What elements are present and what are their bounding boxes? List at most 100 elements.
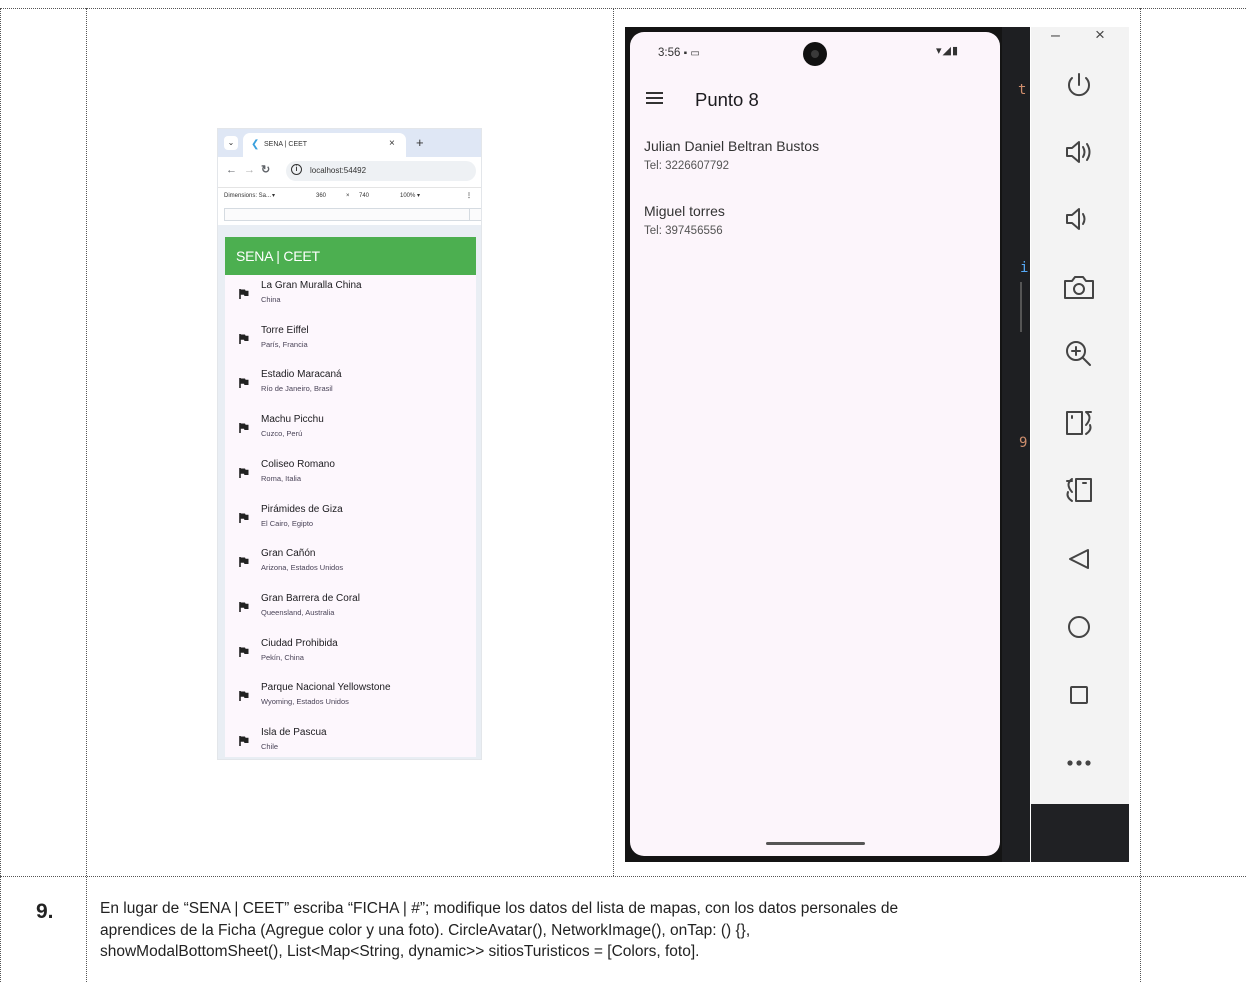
contact-item[interactable]: Miguel torres Tel: 397456556 <box>644 203 984 247</box>
app-title: SENA | CEET <box>236 248 320 264</box>
device-selector[interactable]: Dimensions: Sa... <box>224 192 271 200</box>
overview-icon[interactable] <box>1059 675 1099 715</box>
flutter-icon: ❮ <box>251 139 260 150</box>
site-location: Pekín, China <box>261 652 304 662</box>
close-button[interactable]: × <box>1095 25 1105 45</box>
code-fragment: t <box>1018 82 1027 98</box>
device-height-input[interactable]: 740 <box>359 192 369 200</box>
volume-down-icon[interactable] <box>1059 199 1099 239</box>
table-left-border <box>0 8 1 982</box>
back-arrow-icon[interactable]: ← <box>226 164 237 176</box>
power-icon[interactable] <box>1059 65 1099 105</box>
site-location: Río de Janeiro, Brasil <box>261 384 333 394</box>
site-location: Arizona, Estados Unidos <box>261 563 344 573</box>
contacts-list: Julian Daniel Beltran Bustos Tel: 3226607… <box>630 138 1000 338</box>
list-item[interactable]: Estadio Maracaná Río de Janeiro, Brasil <box>225 366 476 411</box>
forward-arrow-icon[interactable]: → <box>244 164 255 176</box>
site-name: Coliseo Romano <box>261 458 335 470</box>
list-item[interactable]: Ciudad Prohibida Pekín, China <box>225 635 476 680</box>
signal-icon: ◢ <box>942 45 952 57</box>
site-name: Ciudad Prohibida <box>261 637 338 649</box>
zoom-in-icon[interactable] <box>1059 334 1099 374</box>
reload-icon[interactable]: ↻ <box>261 164 270 176</box>
row-number: 9. <box>36 900 54 923</box>
site-info-icon[interactable]: i <box>291 164 302 175</box>
flag-icon <box>239 333 249 344</box>
site-location: Cuzco, Perú <box>261 429 303 439</box>
more-icon[interactable] <box>1059 743 1099 783</box>
home-icon[interactable] <box>1059 607 1099 647</box>
browser-address-bar: ← → ↻ i localhost:54492 <box>218 157 481 185</box>
list-item[interactable]: Machu Picchu Cuzco, Perú <box>225 411 476 456</box>
chevron-down-icon: ▾ <box>272 193 276 199</box>
table-col-divider-2 <box>613 8 614 876</box>
flag-icon <box>239 736 249 746</box>
list-item[interactable]: Gran Barrera de Coral Queensland, Austral… <box>225 590 476 635</box>
table-row-divider <box>0 876 1246 877</box>
flag-icon <box>239 557 249 568</box>
site-location: París, Francia <box>261 339 308 349</box>
camera-lens <box>811 50 819 58</box>
site-name: Pirámides de Giza <box>261 503 343 515</box>
new-tab-button[interactable]: + <box>416 136 424 149</box>
battery-icon: ▮ <box>952 45 960 57</box>
list-item[interactable]: Isla de Pascua Chile <box>225 724 476 757</box>
rotate-left-icon[interactable] <box>1059 470 1099 510</box>
zoom-selector[interactable]: 100% ▾ <box>400 192 420 200</box>
site-name: Estadio Maracaná <box>261 369 342 381</box>
device-width-input[interactable]: 360 <box>316 192 326 200</box>
menu-icon[interactable] <box>646 92 664 106</box>
emulator-toolbar-footer <box>1031 804 1129 862</box>
tab-close-button[interactable]: × <box>389 138 395 150</box>
camera-cutout <box>803 42 827 66</box>
list-item[interactable]: La Gran Muralla China China <box>225 277 476 322</box>
url-text: localhost:54492 <box>310 166 367 175</box>
contact-name: Miguel torres <box>644 203 725 219</box>
code-gutter-line <box>1020 282 1022 332</box>
flag-icon <box>239 289 249 299</box>
camera-icon[interactable] <box>1059 267 1099 307</box>
table-col-divider-3 <box>1140 8 1141 982</box>
menu-line <box>646 92 663 94</box>
phone-screen: 3:56 ▪ ▭ ▾◢▮ Punto 8 Julian Daniel Beltr… <box>630 32 1000 856</box>
volume-up-icon[interactable] <box>1059 132 1099 172</box>
status-time: 3:56 ▪ ▭ <box>658 46 700 61</box>
flag-icon <box>239 378 249 389</box>
url-field[interactable]: i localhost:54492 <box>286 161 476 181</box>
menu-line <box>646 102 663 104</box>
flag-icon <box>239 646 249 657</box>
home-indicator[interactable] <box>766 842 865 845</box>
flag-icon <box>239 691 249 702</box>
sim-icon: ▪ <box>683 48 688 59</box>
contact-phone: Tel: 3226607792 <box>644 160 730 172</box>
browser-screenshot: ⌄ ❮ SENA | CEET × + ← → ↻ i localhost:54… <box>217 128 482 760</box>
rotate-right-icon[interactable] <box>1059 403 1099 443</box>
site-location: China <box>261 295 281 304</box>
list-item[interactable]: Parque Nacional Yellowstone Wyoming, Esta… <box>225 679 476 724</box>
site-name: Gran Barrera de Coral <box>261 592 360 604</box>
contact-item[interactable]: Julian Daniel Beltran Bustos Tel: 3226607… <box>644 138 984 182</box>
back-icon[interactable] <box>1059 539 1099 579</box>
more-options-icon[interactable]: ⋮ <box>466 192 472 200</box>
list-item[interactable]: Coliseo Romano Roma, Italia <box>225 456 476 501</box>
site-location: Wyoming, Estados Unidos <box>261 697 349 707</box>
list-item[interactable]: Pirámides de Giza El Cairo, Egipto <box>225 501 476 546</box>
tab-search-button[interactable]: ⌄ <box>224 136 238 150</box>
table-col-divider-1 <box>86 8 87 982</box>
list-item[interactable]: Gran Cañón Arizona, Estados Unidos <box>225 545 476 590</box>
list-item[interactable]: Torre Eiffel París, Francia <box>225 322 476 367</box>
page-title: Punto 8 <box>695 89 759 110</box>
code-editor-strip: t i 9 <box>1002 27 1030 862</box>
emulator-toolbar: – × <box>1031 25 1129 804</box>
browser-tab[interactable]: ❮ SENA | CEET × <box>243 133 406 157</box>
site-location: Queensland, Australia <box>261 607 335 617</box>
minimize-button[interactable]: – <box>1051 27 1060 45</box>
site-name: Machu Picchu <box>261 414 324 426</box>
browser-tab-bar: ⌄ ❮ SENA | CEET × + <box>218 129 481 157</box>
contact-phone: Tel: 397456556 <box>644 225 723 237</box>
devtools-device-toolbar: Dimensions: Sa... ▾ 360 × 740 100% ▾ ⋮ <box>218 187 481 204</box>
flag-icon <box>239 467 249 478</box>
menu-line <box>646 97 663 99</box>
flag-icon <box>239 601 249 612</box>
site-location: Roma, Italia <box>261 473 302 483</box>
